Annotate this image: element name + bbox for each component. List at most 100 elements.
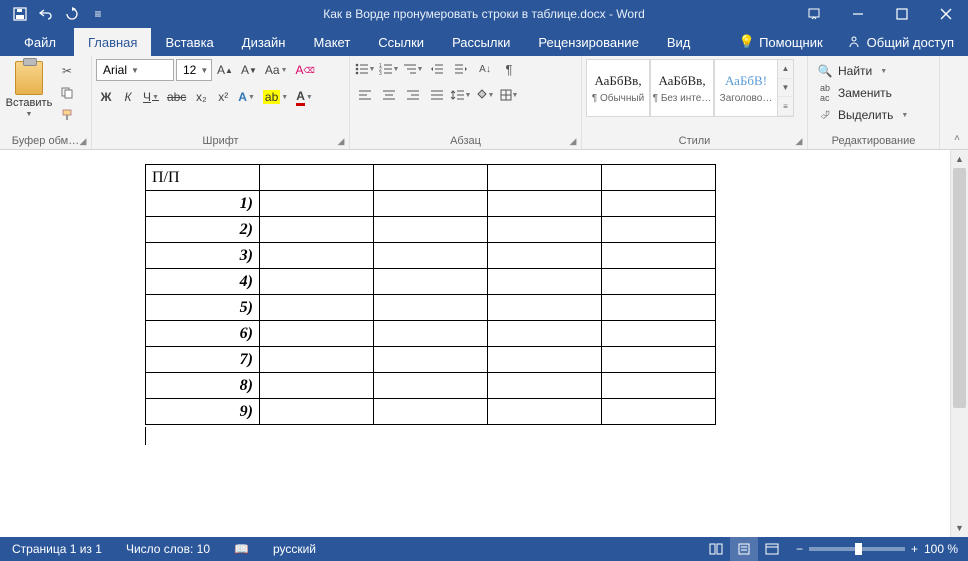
italic-button[interactable]: К — [118, 87, 138, 107]
document-scroll[interactable]: П/П 1) 2) 3) 4) 5) 6) 7) 8) 9) — [0, 150, 950, 537]
web-layout-button[interactable] — [758, 537, 786, 561]
table-cell[interactable] — [602, 321, 716, 347]
table-cell[interactable] — [374, 321, 488, 347]
line-spacing-button[interactable]: ▼ — [450, 85, 472, 105]
collapse-ribbon-button[interactable]: ˄ — [950, 131, 964, 145]
borders-button[interactable]: ▼ — [498, 85, 520, 105]
tab-review[interactable]: Рецензирование — [524, 28, 652, 56]
proofing-button[interactable]: 📖 — [222, 542, 261, 556]
table-cell[interactable] — [488, 269, 602, 295]
table-cell[interactable] — [602, 295, 716, 321]
table-cell[interactable] — [260, 217, 374, 243]
tab-design[interactable]: Дизайн — [228, 28, 300, 56]
table-cell[interactable]: 9) — [146, 399, 260, 425]
table-cell[interactable]: 5) — [146, 295, 260, 321]
font-size-combo[interactable]: 12▼ — [176, 59, 212, 81]
text-effects-button[interactable]: A▼ — [235, 87, 258, 107]
word-count[interactable]: Число слов: 10 — [114, 542, 222, 556]
zoom-slider[interactable] — [809, 547, 905, 551]
table-cell[interactable] — [488, 321, 602, 347]
align-left-button[interactable] — [354, 85, 376, 105]
show-paragraph-marks-button[interactable]: ¶ — [498, 59, 520, 79]
shrink-font-button[interactable]: A▼ — [238, 60, 260, 80]
table-cell[interactable] — [260, 243, 374, 269]
underline-button[interactable]: Ч▼ — [140, 87, 162, 107]
table-cell[interactable] — [488, 347, 602, 373]
table-cell[interactable] — [488, 217, 602, 243]
table-cell[interactable] — [260, 269, 374, 295]
clear-formatting-button[interactable]: A⌫ — [293, 60, 318, 80]
find-button[interactable]: 🔍Найти▼ — [812, 61, 935, 81]
table-cell[interactable] — [260, 191, 374, 217]
table-row[interactable]: 4) — [146, 269, 716, 295]
styles-launcher[interactable]: ◢ — [793, 135, 805, 147]
highlight-button[interactable]: ab▼ — [260, 87, 291, 107]
tab-file[interactable]: Файл — [6, 28, 74, 56]
table-cell[interactable] — [260, 165, 374, 191]
table-cell[interactable] — [374, 243, 488, 269]
scroll-down-button[interactable]: ▼ — [951, 519, 968, 537]
redo-button[interactable] — [60, 2, 84, 26]
table-cell[interactable] — [488, 399, 602, 425]
table-cell[interactable] — [374, 399, 488, 425]
ribbon-options-button[interactable] — [792, 0, 836, 28]
table-row[interactable]: 3) — [146, 243, 716, 269]
table-cell[interactable] — [488, 295, 602, 321]
table-cell[interactable] — [602, 217, 716, 243]
font-name-combo[interactable]: Arial▼ — [96, 59, 174, 81]
table-cell[interactable] — [260, 321, 374, 347]
table-cell[interactable] — [374, 295, 488, 321]
table-cell[interactable] — [602, 373, 716, 399]
tell-me-assistant[interactable]: 💡 Помощник — [729, 28, 833, 56]
clipboard-launcher[interactable]: ◢ — [77, 135, 89, 147]
scroll-up-button[interactable]: ▲ — [951, 150, 968, 168]
font-launcher[interactable]: ◢ — [335, 135, 347, 147]
grow-font-button[interactable]: A▲ — [214, 60, 236, 80]
style-normal[interactable]: АаБбВв, ¶ Обычный — [586, 59, 650, 117]
table-row[interactable]: 7) — [146, 347, 716, 373]
maximize-button[interactable] — [880, 0, 924, 28]
bullets-button[interactable]: ▼ — [354, 59, 376, 79]
strikethrough-button[interactable]: abc — [164, 87, 189, 107]
read-mode-button[interactable] — [702, 537, 730, 561]
style-no-spacing[interactable]: АаБбВв, ¶ Без инте… — [650, 59, 714, 117]
page-count[interactable]: Страница 1 из 1 — [0, 542, 114, 556]
table-cell[interactable] — [602, 165, 716, 191]
numbering-button[interactable]: 123▼ — [378, 59, 400, 79]
select-button[interactable]: ⮰Выделить▼ — [812, 105, 935, 125]
table-cell[interactable]: 6) — [146, 321, 260, 347]
table-cell[interactable] — [374, 373, 488, 399]
table-cell[interactable] — [602, 243, 716, 269]
change-case-button[interactable]: Aa▼ — [262, 60, 291, 80]
table-cell[interactable] — [602, 399, 716, 425]
zoom-level[interactable]: 100 % — [924, 542, 958, 556]
styles-expand[interactable]: ▲▼≡ — [778, 59, 794, 117]
table-row[interactable]: 9) — [146, 399, 716, 425]
print-layout-button[interactable] — [730, 537, 758, 561]
table-cell[interactable] — [602, 347, 716, 373]
zoom-out-button[interactable]: − — [796, 542, 803, 556]
zoom-in-button[interactable]: + — [911, 542, 918, 556]
table-cell[interactable] — [260, 399, 374, 425]
font-color-button[interactable]: A▼ — [293, 87, 316, 107]
tab-mailings[interactable]: Рассылки — [438, 28, 524, 56]
paste-button[interactable]: Вставить ▼ — [4, 59, 54, 127]
table-row[interactable]: П/П — [146, 165, 716, 191]
decrease-indent-button[interactable] — [426, 59, 448, 79]
zoom-slider-thumb[interactable] — [855, 543, 862, 555]
bold-button[interactable]: Ж — [96, 87, 116, 107]
vertical-scrollbar[interactable]: ▲ ▼ — [950, 150, 968, 537]
multilevel-list-button[interactable]: ▼ — [402, 59, 424, 79]
copy-button[interactable] — [56, 83, 78, 103]
undo-button[interactable] — [34, 2, 58, 26]
table-cell[interactable]: 2) — [146, 217, 260, 243]
align-right-button[interactable] — [402, 85, 424, 105]
table-cell[interactable] — [488, 243, 602, 269]
table-cell[interactable]: П/П — [146, 165, 260, 191]
align-center-button[interactable] — [378, 85, 400, 105]
shading-button[interactable]: ▼ — [474, 85, 496, 105]
table-cell[interactable] — [260, 373, 374, 399]
style-heading1[interactable]: АаБбВ! Заголово… — [714, 59, 778, 117]
table-row[interactable]: 6) — [146, 321, 716, 347]
share-button[interactable]: Общий доступ — [833, 28, 968, 56]
